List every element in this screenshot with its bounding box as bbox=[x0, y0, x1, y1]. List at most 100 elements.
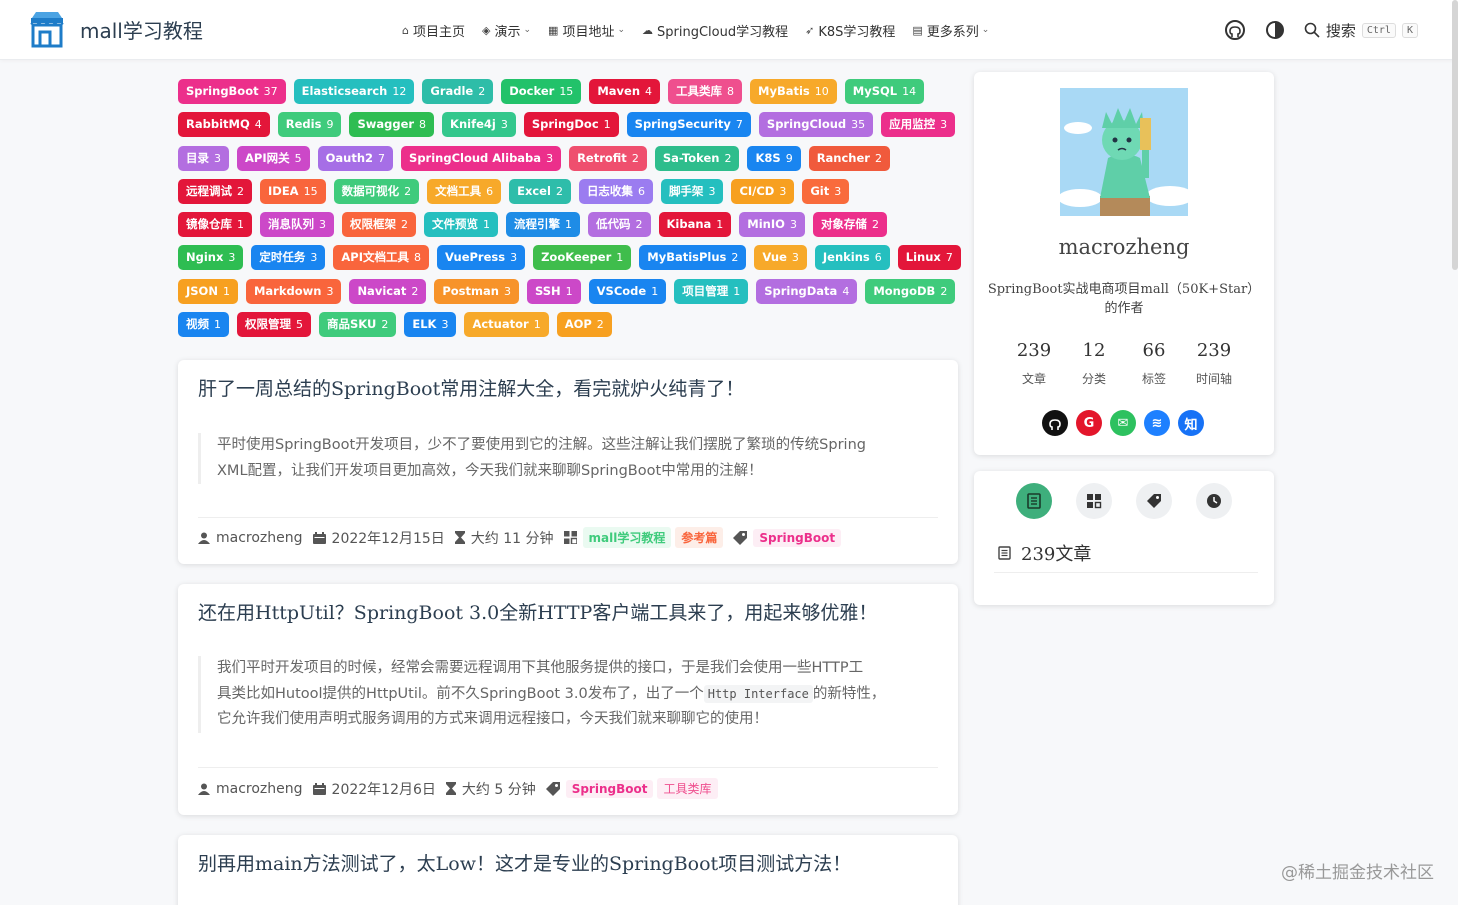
tag-pill[interactable]: ZooKeeper 1 bbox=[533, 245, 632, 271]
tag-pill[interactable]: Knife4j 3 bbox=[442, 112, 516, 138]
tag-pill[interactable]: 文档工具 6 bbox=[427, 178, 502, 204]
author[interactable]: macrozheng bbox=[198, 781, 303, 797]
tag-pill[interactable]: Oauth2 7 bbox=[317, 145, 394, 171]
tag-pill[interactable]: 数据可视化 2 bbox=[333, 178, 420, 204]
nav-link[interactable]: ▤ 更多系列 ⌄ bbox=[912, 21, 989, 40]
tag-pill[interactable]: Jenkins 6 bbox=[814, 245, 890, 271]
stat-item[interactable]: 66 标签 bbox=[1124, 340, 1184, 387]
tag-pill[interactable]: SpringCloud 35 bbox=[758, 112, 874, 138]
scrollbar[interactable] bbox=[1452, 0, 1458, 270]
tab-tags[interactable] bbox=[1136, 483, 1172, 519]
tab-articles[interactable] bbox=[1016, 483, 1052, 519]
category-chip[interactable]: 参考篇 bbox=[675, 527, 724, 548]
github-icon[interactable] bbox=[1224, 19, 1246, 41]
wechat-icon[interactable]: ✉ bbox=[1110, 410, 1136, 436]
tag-pill[interactable]: 项目管理 1 bbox=[674, 278, 749, 304]
article-card[interactable]: 肝了一周总结的SpringBoot常用注解大全，看完就炉火纯青了！ 平时使用Sp… bbox=[178, 360, 958, 564]
tag-pill[interactable]: CI/CD 3 bbox=[731, 178, 795, 204]
tag-pill[interactable]: SpringBoot 37 bbox=[178, 79, 286, 104]
tag-pill[interactable]: Git 3 bbox=[802, 178, 850, 204]
tag-pill[interactable]: Linux 7 bbox=[897, 245, 961, 271]
nav-link[interactable]: ▦ 项目地址 ⌄ bbox=[548, 21, 625, 40]
tag-pill[interactable]: Markdown 3 bbox=[245, 278, 342, 304]
tag-pill[interactable]: MyBatis 10 bbox=[750, 79, 837, 104]
article-card[interactable]: 别再用main方法测试了，太Low！这才是专业的SpringBoot项目测试方法… bbox=[178, 835, 958, 905]
tag-pill[interactable]: Retrofit 2 bbox=[569, 145, 647, 171]
tag-pill[interactable]: K8S 9 bbox=[747, 145, 801, 171]
tag-pill[interactable]: Rancher 2 bbox=[808, 145, 890, 171]
tag-chip[interactable]: SpringBoot bbox=[565, 779, 654, 798]
tag-pill[interactable]: 日志收集 6 bbox=[578, 178, 653, 204]
category-chip[interactable]: mall学习教程 bbox=[582, 527, 672, 548]
tag-pill[interactable]: 镜像仓库 1 bbox=[178, 212, 252, 238]
tag-pill[interactable]: 工具类库 8 bbox=[668, 79, 742, 104]
article-title[interactable]: 别再用main方法测试了，太Low！这才是专业的SpringBoot项目测试方法… bbox=[198, 849, 851, 876]
tag-pill[interactable]: Maven 4 bbox=[589, 79, 660, 104]
tag-pill[interactable]: VuePress 3 bbox=[437, 245, 526, 271]
tag-pill[interactable]: Nginx 3 bbox=[178, 245, 244, 271]
tag-pill[interactable]: SpringCloud Alibaba 3 bbox=[401, 145, 562, 171]
tag-pill[interactable]: Redis 9 bbox=[277, 112, 342, 138]
article-title[interactable]: 还在用HttpUtil？SpringBoot 3.0全新HTTP客户端工具来了，… bbox=[198, 598, 877, 625]
tag-pill[interactable]: 权限管理 5 bbox=[237, 312, 311, 338]
tag-pill[interactable]: Kibana 1 bbox=[658, 212, 732, 238]
tag-pill[interactable]: SpringData 4 bbox=[756, 278, 858, 304]
tag-pill[interactable]: Swagger 8 bbox=[349, 112, 435, 138]
tag-pill[interactable]: 流程引擎 1 bbox=[506, 212, 580, 238]
tab-timeline[interactable] bbox=[1196, 483, 1232, 519]
tag-pill[interactable]: MyBatisPlus 2 bbox=[639, 245, 747, 271]
tab-categories[interactable] bbox=[1076, 483, 1112, 519]
search-box[interactable]: 搜索 Ctrl K bbox=[1304, 20, 1418, 41]
nav-link[interactable]: ☁ SpringCloud学习教程 bbox=[642, 21, 788, 40]
tag-pill[interactable]: API文档工具 8 bbox=[333, 245, 430, 271]
stat-item[interactable]: 239 文章 bbox=[1004, 340, 1064, 387]
tag-pill[interactable]: MongoDB 2 bbox=[865, 278, 956, 304]
article-card[interactable]: 还在用HttpUtil？SpringBoot 3.0全新HTTP客户端工具来了，… bbox=[178, 584, 958, 815]
brand[interactable]: mall学习教程 bbox=[28, 10, 203, 48]
author[interactable]: macrozheng bbox=[198, 530, 303, 546]
tag-chip[interactable]: 工具类库 bbox=[657, 778, 718, 799]
tag-pill[interactable]: 目录 3 bbox=[178, 145, 229, 171]
tag-pill[interactable]: ELK 3 bbox=[404, 312, 457, 338]
github-icon[interactable] bbox=[1042, 410, 1068, 436]
stat-item[interactable]: 12 分类 bbox=[1064, 340, 1124, 387]
tag-pill[interactable]: SpringSecurity 7 bbox=[626, 112, 751, 138]
tag-pill[interactable]: Navicat 2 bbox=[349, 278, 427, 304]
tag-pill[interactable]: SpringDoc 1 bbox=[523, 112, 619, 138]
tag-pill[interactable]: AOP 2 bbox=[556, 312, 612, 338]
tag-pill[interactable]: Actuator 1 bbox=[464, 312, 549, 338]
stat-item[interactable]: 239 时间轴 bbox=[1184, 340, 1244, 387]
tag-pill[interactable]: 对象存储 2 bbox=[812, 212, 887, 238]
tag-pill[interactable]: MySQL 14 bbox=[844, 79, 925, 104]
tag-pill[interactable]: IDEA 15 bbox=[260, 178, 326, 204]
zhihu-icon[interactable]: 知 bbox=[1178, 410, 1204, 436]
tag-pill[interactable]: Postman 3 bbox=[434, 278, 519, 304]
tag-pill[interactable]: Elasticsearch 12 bbox=[293, 79, 415, 104]
tag-pill[interactable]: VSCode 1 bbox=[588, 278, 667, 304]
tag-pill[interactable]: 权限框架 2 bbox=[342, 212, 416, 238]
tag-pill[interactable]: 商品SKU 2 bbox=[319, 312, 397, 338]
tag-chip[interactable]: SpringBoot bbox=[753, 528, 842, 547]
nav-link[interactable]: ➶ K8S学习教程 bbox=[805, 21, 895, 40]
article-title[interactable]: 肝了一周总结的SpringBoot常用注解大全，看完就炉火纯青了！ bbox=[198, 374, 744, 401]
tag-pill[interactable]: Sa-Token 2 bbox=[654, 145, 740, 171]
tag-pill[interactable]: 远程调试 2 bbox=[178, 178, 252, 204]
tag-pill[interactable]: Docker 15 bbox=[501, 79, 582, 104]
tag-pill[interactable]: 视频 1 bbox=[178, 312, 229, 338]
tag-pill[interactable]: 低代码 2 bbox=[588, 212, 651, 238]
tag-pill[interactable]: SSH 1 bbox=[526, 278, 581, 304]
tag-pill[interactable]: Gradle 2 bbox=[422, 79, 494, 104]
tag-pill[interactable]: Vue 3 bbox=[754, 245, 807, 271]
tag-pill[interactable]: 应用监控 3 bbox=[881, 112, 956, 138]
tag-pill[interactable]: 消息队列 3 bbox=[260, 212, 334, 238]
nav-link[interactable]: ◈ 演示 ⌄ bbox=[482, 21, 531, 40]
juejin-icon[interactable]: ≋ bbox=[1144, 410, 1170, 436]
tag-pill[interactable]: JSON 1 bbox=[178, 278, 238, 304]
tag-pill[interactable]: MinIO 3 bbox=[739, 212, 805, 238]
tag-pill[interactable]: 文件预览 1 bbox=[424, 212, 498, 238]
tag-pill[interactable]: 脚手架 3 bbox=[660, 178, 724, 204]
tag-pill[interactable]: API网关 5 bbox=[237, 145, 310, 171]
theme-toggle-icon[interactable] bbox=[1264, 19, 1286, 41]
tag-pill[interactable]: Excel 2 bbox=[509, 178, 571, 204]
tag-pill[interactable]: RabbitMQ 4 bbox=[178, 112, 270, 138]
